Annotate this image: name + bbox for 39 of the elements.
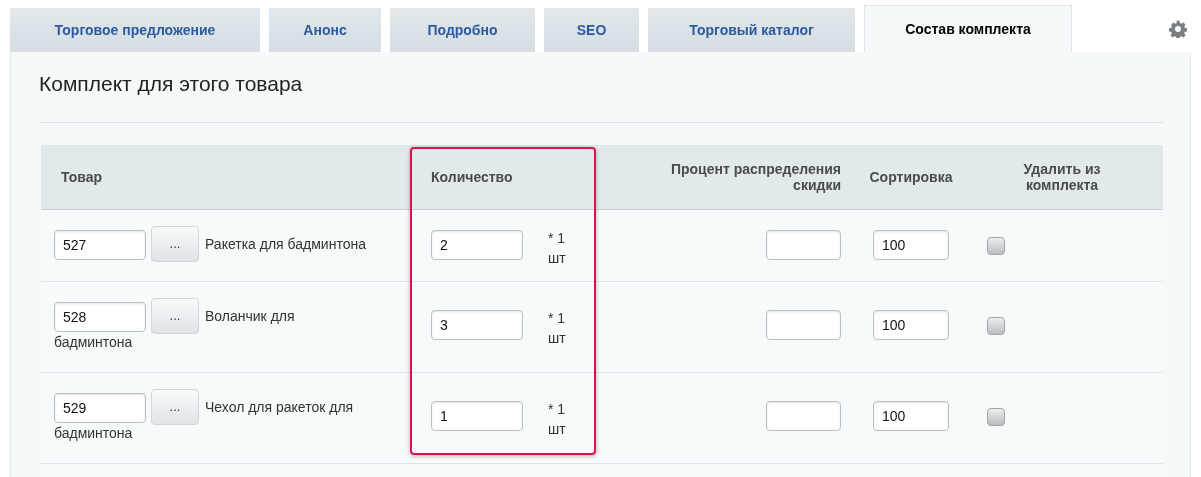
section-title: Комплект для этого товара [39,71,304,97]
delete-checkbox[interactable] [987,237,1005,255]
product-name: Воланчик для [205,307,295,326]
sort-field[interactable]: 100 [873,310,949,340]
product-name: бадминтона [54,333,133,352]
column-header: Процент распределения скидки [670,161,841,193]
quantity-field[interactable]: 1 [431,401,523,431]
product-id-field[interactable]: 528 [54,302,146,332]
column-header: Количество [431,169,513,185]
tab[interactable]: Торговое предложение [10,8,260,52]
product-id-field[interactable]: 527 [54,230,146,260]
sort-field[interactable]: 100 [873,230,949,260]
unit-label: * 1 шт [548,309,567,348]
discount-field[interactable] [766,401,841,431]
product-name: Чехол для ракеток для [205,398,354,417]
tab[interactable]: Торговый каталог [648,8,855,52]
browse-button[interactable]: ... [151,225,199,262]
unit-label: * 1 шт [548,400,567,439]
tab[interactable]: Анонс [269,8,381,52]
product-name: Ракетка для бадминтона [205,235,366,254]
discount-field[interactable] [766,230,841,260]
tab[interactable]: Подробно [390,8,535,52]
browse-button[interactable]: ... [151,388,199,425]
sort-field[interactable]: 100 [873,401,949,431]
quantity-field[interactable]: 3 [431,310,523,340]
delete-checkbox[interactable] [987,408,1005,426]
product-id-field[interactable]: 529 [54,393,146,423]
settings-icon[interactable] [1169,20,1187,38]
tab[interactable]: SEO [544,8,639,52]
delete-checkbox[interactable] [987,317,1005,335]
product-name: бадминтона [54,424,133,443]
column-header: Удалить из комплекта [1023,161,1101,193]
browse-button[interactable]: ... [151,297,199,334]
tab[interactable]: Состав комплекта [864,5,1072,52]
discount-field[interactable] [766,310,841,340]
column-header: Товар [61,169,102,185]
column-header: Сортировка [869,169,953,185]
quantity-field[interactable]: 2 [431,230,523,260]
unit-label: * 1 шт [548,229,567,268]
